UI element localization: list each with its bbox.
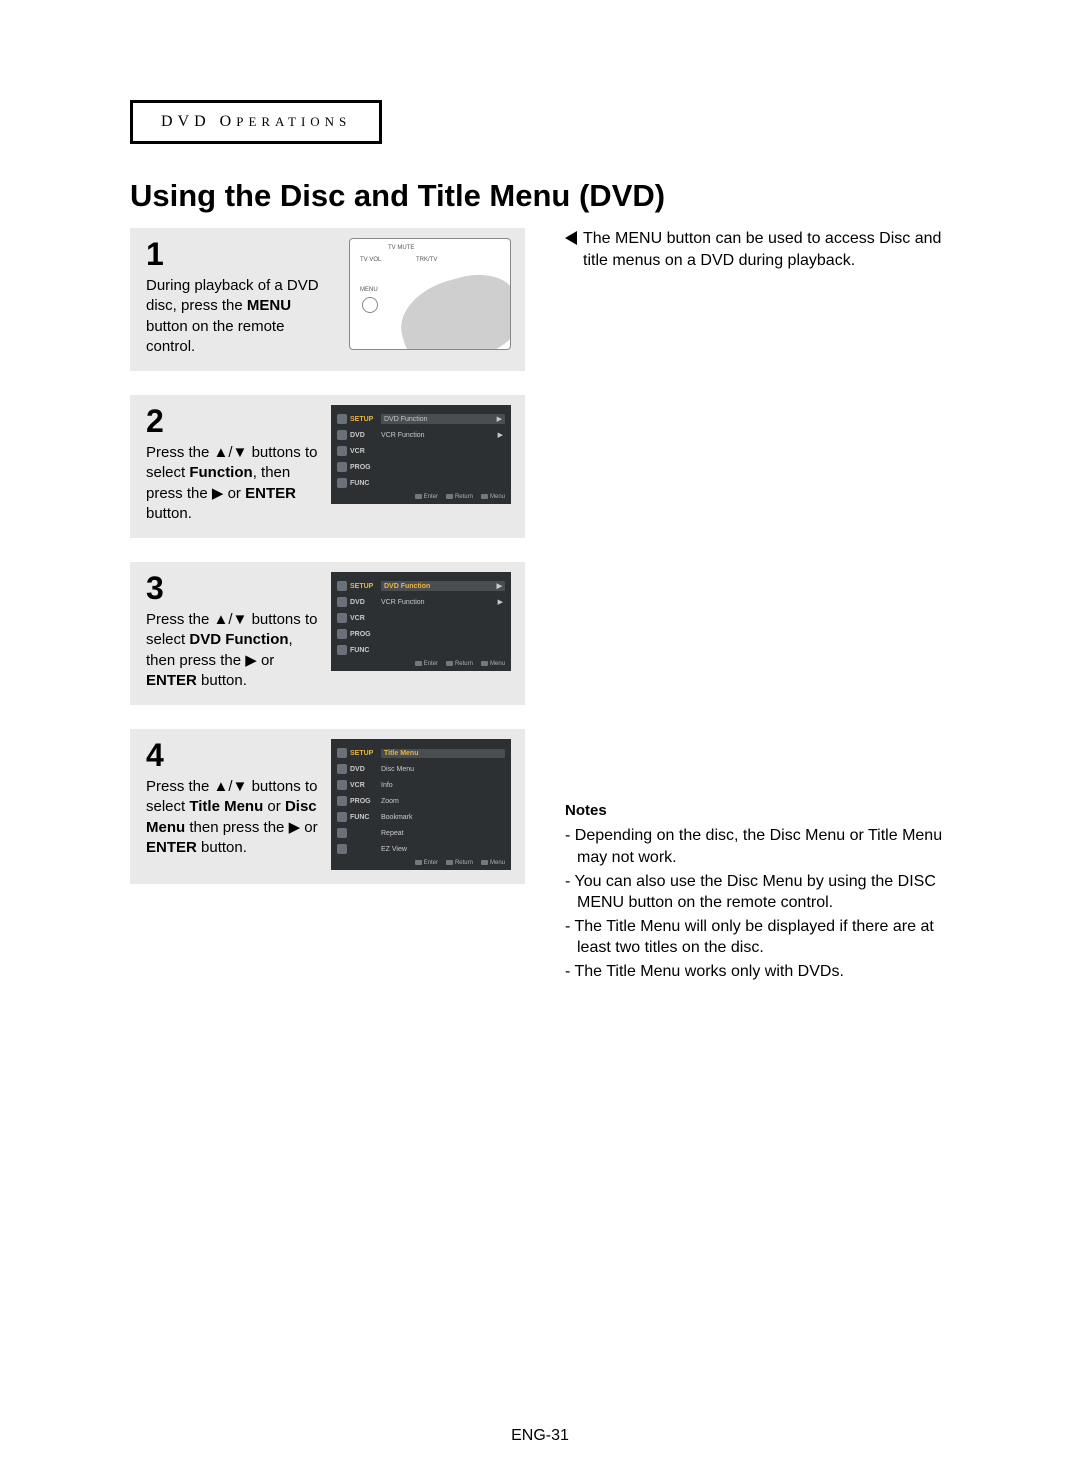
osd-screenshot-3: SETUPDVD Function▶DVDVCR Function▶VCRPRO… [331,572,511,671]
step-desc: Press the ▲/▼ buttons to select Title Me… [146,777,319,858]
right-icon: ▶ [212,485,224,502]
info-column: The MENU button can be used to access Di… [565,228,960,985]
page-footer: ENG-31 [0,1427,1080,1445]
notes-list: Depending on the disc, the Disc Menu or … [565,825,960,982]
notes-heading: Notes [565,801,960,821]
updown-icon: ▲/▼ [214,778,248,795]
right-icon: ▶ [245,652,257,669]
left-triangle-icon [565,231,577,245]
step-desc: Press the ▲/▼ buttons to select Function… [146,443,319,524]
remote-drawing: TV MUTE TV VOL TRK/TV MENU [349,238,511,350]
step-desc: Press the ▲/▼ buttons to select DVD Func… [146,610,319,691]
osd-screenshot-4: SETUPTitle MenuDVDDisc MenuVCRInfoPROGZo… [331,739,511,870]
note-item: The Title Menu will only be displayed if… [577,916,960,959]
page-title: Using the Disc and Title Menu (DVD) [130,178,960,214]
osd-screenshot-2: SETUPDVD Function▶DVDVCR Function▶VCRPRO… [331,405,511,504]
note-item: Depending on the disc, the Disc Menu or … [577,825,960,868]
section-label-text: DVD OPERATIONS [161,113,351,130]
note-item: The Title Menu works only with DVDs. [577,961,960,983]
step-illustration: TV MUTE TV VOL TRK/TV MENU [338,238,511,357]
step-1: 1 During playback of a DVD disc, press t… [130,228,525,371]
step-2: 2 Press the ▲/▼ buttons to select Functi… [130,395,525,538]
note-item: You can also use the Disc Menu by using … [577,871,960,914]
steps-column: 1 During playback of a DVD disc, press t… [130,228,525,908]
step-number: 3 [146,572,319,604]
updown-icon: ▲/▼ [214,444,248,461]
tip-callout: The MENU button can be used to access Di… [565,228,960,271]
step-number: 2 [146,405,319,437]
step-number: 1 [146,238,326,270]
tip-text: The MENU button can be used to access Di… [583,228,960,271]
right-icon: ▶ [289,819,301,836]
updown-icon: ▲/▼ [214,611,248,628]
step-3: 3 Press the ▲/▼ buttons to select DVD Fu… [130,562,525,705]
manual-page: DVD OPERATIONS Using the Disc and Title … [0,0,1080,1475]
step-number: 4 [146,739,319,771]
step-4: 4 Press the ▲/▼ buttons to select Title … [130,729,525,884]
content-columns: 1 During playback of a DVD disc, press t… [130,228,960,985]
step-desc: During playback of a DVD disc, press the… [146,276,326,357]
section-label-box: DVD OPERATIONS [130,100,382,144]
